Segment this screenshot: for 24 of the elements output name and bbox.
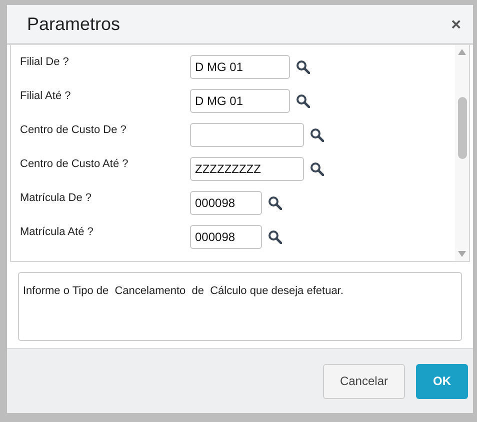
cancel-button[interactable]: Cancelar [322,364,405,398]
input-field[interactable]: D MG 01 [190,55,290,79]
field-label: Matrícula Até ? [20,225,94,240]
input-field[interactable]: D MG 01 [190,89,290,113]
search-icon[interactable] [296,94,310,108]
search-icon[interactable] [268,196,282,210]
window-title: Parametros [27,12,120,36]
help-text: Informe o Tipo de Cancelamento de Cálculo que deseja efetuar. [23,285,344,297]
input-field[interactable] [190,123,304,147]
field-label: Matrícula De ? [20,191,93,206]
input-field[interactable]: 000098 [190,191,262,215]
search-icon[interactable] [268,230,282,244]
field-label: Filial Até ? [20,89,72,104]
input-field[interactable]: ZZZZZZZZZ [190,157,304,181]
field-label: Centro de Custo Até ? [20,157,130,172]
field-label: Filial De ? [20,55,70,70]
scrollbar[interactable] [455,45,469,261]
search-icon[interactable] [310,128,324,142]
scroll-thumb[interactable] [458,97,466,159]
search-icon[interactable] [296,60,310,74]
input-field[interactable]: 000098 [190,225,262,249]
close-button[interactable]: × [451,16,461,32]
field-label: Centro de Custo De ? [20,123,128,138]
search-icon[interactable] [310,162,324,176]
